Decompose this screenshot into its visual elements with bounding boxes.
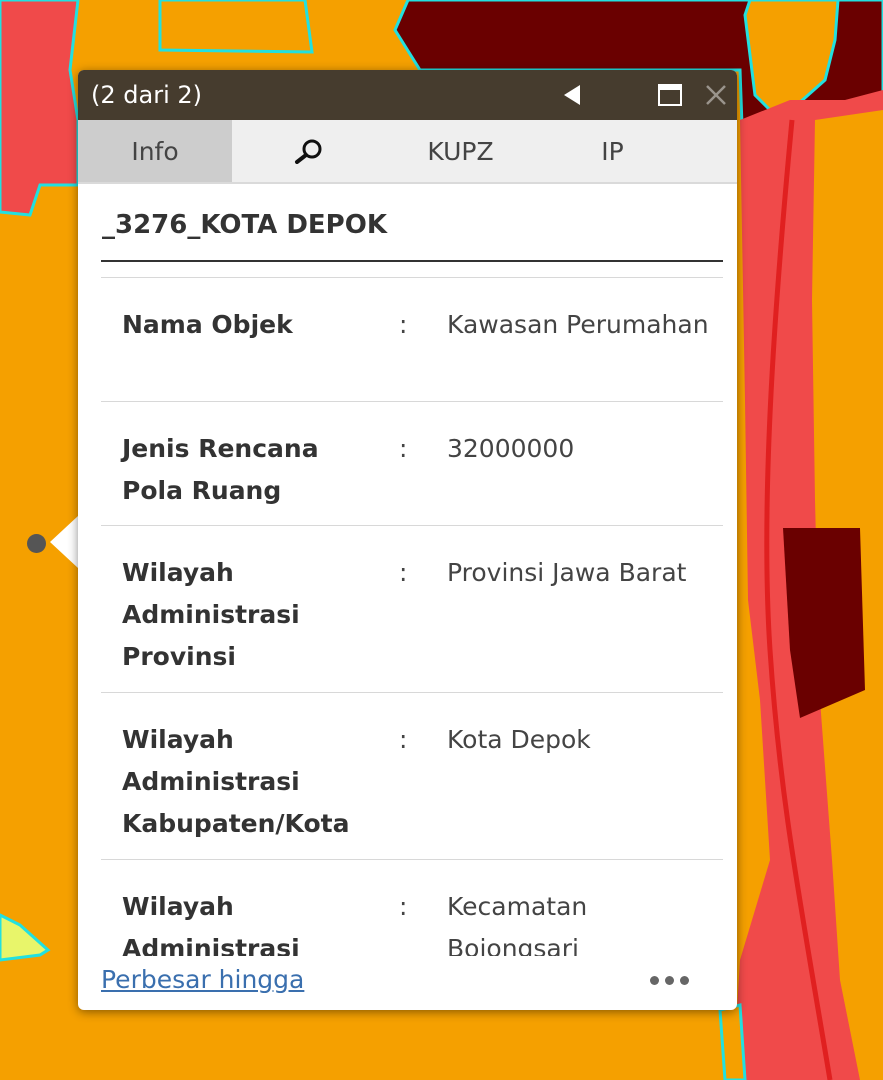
tab-kupz[interactable]: KUPZ [384,120,537,182]
tab-ip-label: IP [601,136,624,166]
attribute-key: Wilayah Administrasi Provinsi [122,558,300,671]
tab-search[interactable] [232,120,385,182]
attribute-value: Provinsi Jawa Barat [447,558,687,587]
previous-feature-button[interactable] [552,70,592,120]
attribute-row-wilayah-provinsi: Wilayah Administrasi Provinsi : Provinsi… [101,526,723,693]
popup-content[interactable]: _3276_KOTA DEPOK Nama Objek : Kawasan Pe… [78,184,737,956]
info-popup: (2 dari 2) Info KUPZ IP _3276_KOTA DEPOK… [78,70,737,1010]
attribute-value: Kecamatan Bojongsari [447,892,588,956]
more-actions-button[interactable] [644,965,694,995]
attribute-key: Wilayah Administrasi [122,892,300,956]
attribute-key: Nama Objek [122,310,293,339]
maximize-button[interactable] [650,70,690,120]
attribute-separator: : [399,892,408,921]
attribute-separator: : [399,310,408,339]
triangle-left-icon [564,85,580,105]
attribute-separator: : [399,725,408,754]
attribute-row-wilayah-kecamatan: Wilayah Administrasi : Kecamatan Bojongs… [101,860,723,956]
tab-kupz-label: KUPZ [427,136,494,166]
close-icon [706,85,726,105]
tab-info[interactable]: Info [78,120,232,182]
attribute-separator: : [399,558,408,587]
map-parcel-bottom-right [718,1003,747,1080]
attribute-key: Jenis Rencana Pola Ruang [122,434,319,505]
popup-title: (2 dari 2) [91,81,202,109]
popup-pointer [50,516,78,568]
attribute-value: 32000000 [447,434,575,463]
attribute-value: Kawasan Perumahan [447,310,709,339]
popup-tabs: Info KUPZ IP [78,120,737,184]
maximize-icon [658,84,682,106]
map-parcel-top [158,0,314,54]
attribute-row-nama-objek: Nama Objek : Kawasan Perumahan [101,278,723,402]
attribute-key: Wilayah Administrasi Kabupaten/Kota [122,725,350,838]
zoom-to-link[interactable]: Perbesar hingga [101,965,304,994]
map-parcel-red-left [0,0,80,217]
close-button[interactable] [696,70,736,120]
attribute-value: Kota Depok [447,725,591,754]
more-dots-icon [647,975,692,985]
layer-title: _3276_KOTA DEPOK [102,210,387,240]
title-divider [101,260,723,262]
attribute-separator: : [399,434,408,463]
attribute-row-jenis-rencana: Jenis Rencana Pola Ruang : 32000000 [101,402,723,526]
popup-title-bar: (2 dari 2) [78,70,737,120]
tab-info-label: Info [131,136,179,166]
map-location-marker[interactable] [27,534,46,553]
search-icon [294,139,321,164]
tab-ip[interactable]: IP [536,120,689,182]
attribute-row-wilayah-kabupaten: Wilayah Administrasi Kabupaten/Kota : Ko… [101,693,723,860]
